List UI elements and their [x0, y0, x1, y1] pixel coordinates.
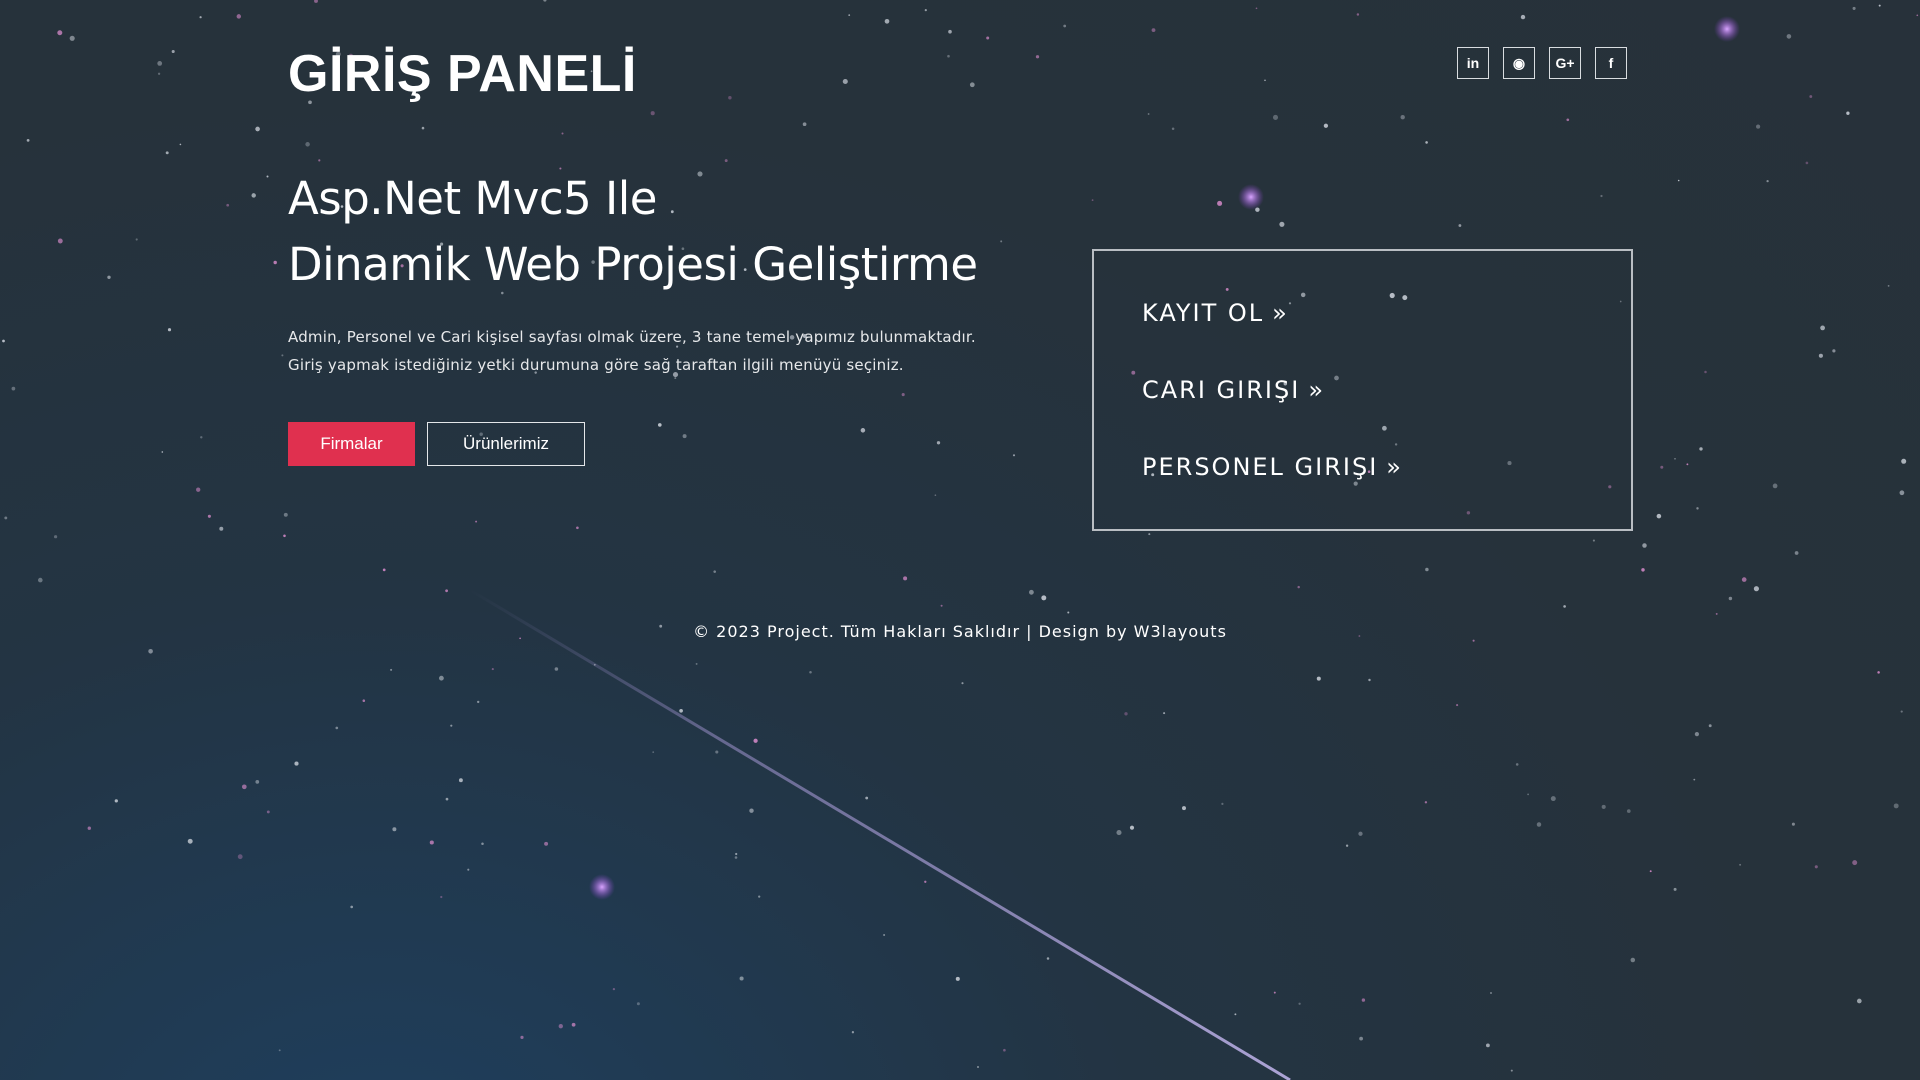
menu-item-kayit-ol[interactable]: KAYIT OL» [1142, 299, 1287, 327]
googleplus-icon[interactable]: G+ [1549, 47, 1581, 79]
login-menu-box: KAYIT OL» CARI GIRIŞI» PERSONEL GIRIŞI» [1092, 249, 1633, 531]
hero-desc-line1: Admin, Personel ve Cari kişisel sayfası … [288, 328, 976, 346]
firmalar-button[interactable]: Firmalar [288, 422, 415, 466]
shooting-star [469, 588, 1291, 1080]
social-links: in ◉ G+ f [1457, 47, 1627, 79]
chevron-right-icon: » [1308, 376, 1323, 404]
brand-title: GİRİŞ PANELİ [288, 45, 637, 103]
chevron-right-icon: » [1386, 453, 1401, 481]
hero-description: Admin, Personel ve Cari kişisel sayfası … [288, 323, 1008, 379]
facebook-icon[interactable]: f [1595, 47, 1627, 79]
menu-item-label: KAYIT OL [1142, 299, 1265, 327]
github-icon[interactable]: ◉ [1503, 47, 1535, 79]
linkedin-icon[interactable]: in [1457, 47, 1489, 79]
hero-title-line2: Dinamik Web Projesi Geliştirme [288, 238, 978, 291]
chevron-right-icon: » [1272, 299, 1287, 327]
menu-item-cari-girisi[interactable]: CARI GIRIŞI» [1142, 376, 1323, 404]
menu-item-label: CARI GIRIŞI [1142, 376, 1301, 404]
stars [2, 0, 1919, 1072]
menu-item-label: PERSONEL GIRIŞI [1142, 453, 1379, 481]
footer-copyright: © 2023 Project. Tüm Hakları Saklıdır | D… [693, 622, 1227, 641]
hero-buttons: Firmalar Ürünlerimiz [288, 422, 585, 466]
hero-title: Asp.Net Mvc5 Ile Dinamik Web Projesi Gel… [288, 166, 978, 298]
menu-item-personel-girisi[interactable]: PERSONEL GIRIŞI» [1142, 453, 1401, 481]
urunlerimiz-button[interactable]: Ürünlerimiz [427, 422, 585, 466]
hero-desc-line2: Giriş yapmak istediğiniz yetki durumuna … [288, 356, 904, 374]
hero-title-line1: Asp.Net Mvc5 Ile [288, 172, 657, 225]
starfield-background [2, 0, 1919, 1080]
